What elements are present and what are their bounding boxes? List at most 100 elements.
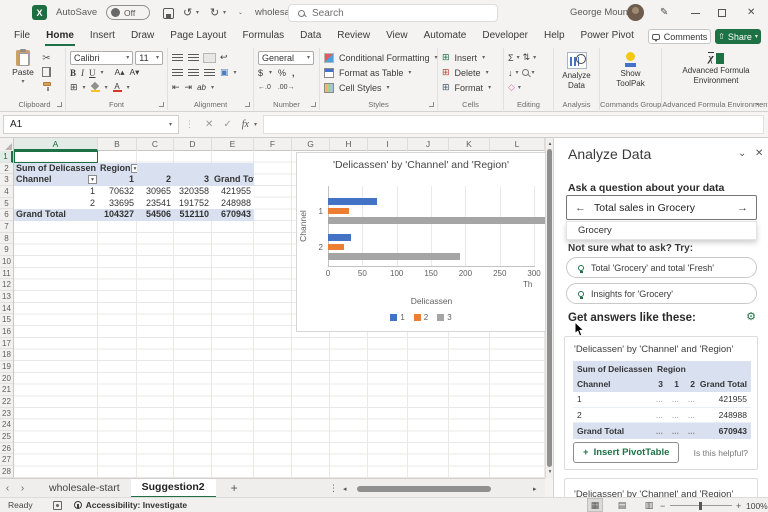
format-as-table-button[interactable]: Format as Table ▾ [324,65,433,80]
grow-font-button[interactable]: A▴ [115,67,125,78]
next-sheet-icon[interactable]: › [15,483,30,494]
conditional-formatting-button[interactable]: Conditional Formatting ▾ [324,50,433,65]
ribbon-tab[interactable]: Developer [474,26,536,46]
add-sheet-button[interactable]: + [231,481,238,495]
pivot-chart[interactable]: 'Delicassen' by 'Channel' and 'Region' 0… [296,152,546,332]
row-header[interactable]: 9 [0,244,13,256]
sort-filter-button[interactable]: ⇅ [523,52,531,63]
zoom-level[interactable]: 100% [746,501,768,511]
query-suggestion-item[interactable]: Grocery [578,225,612,236]
insert-pivottable-button[interactable]: + Insert PivotTable [573,442,679,463]
tabbar-options-icon[interactable]: ⋮ [329,483,338,494]
cell-styles-button[interactable]: Cell Styles ▾ [324,80,433,95]
wrap-text-button[interactable]: ↩ [220,52,228,63]
row-header[interactable]: 19 [0,361,13,373]
row-header[interactable]: 23 [0,408,13,420]
row-header[interactable]: 26 [0,443,13,455]
copy-icon[interactable] [42,67,51,77]
column-header[interactable]: C [137,138,174,151]
vertical-scrollbar[interactable]: ▴ ▾ [545,138,553,478]
accounting-format-button[interactable]: $ [258,68,263,78]
column-header[interactable]: A [14,138,98,151]
page-break-view-icon[interactable]: ▥ [642,499,656,511]
insert-function-icon[interactable]: fx [242,119,249,130]
ribbon-tab[interactable]: Insert [82,26,123,46]
ribbon-tab[interactable]: Draw [123,26,162,46]
accounting-dropdown-icon[interactable]: ▾ [269,69,272,76]
user-name[interactable]: George Mount [570,0,631,26]
redo-icon[interactable]: ↻ [210,0,219,26]
fill-color-button[interactable] [91,83,100,93]
ribbon-tab[interactable]: View [378,26,416,46]
zoom-out-icon[interactable]: − [660,501,665,511]
column-header[interactable]: F [254,138,292,151]
accessibility-status[interactable]: Accessibility: Investigate [86,500,188,510]
percent-style-button[interactable]: % [278,68,286,78]
macro-record-icon[interactable] [53,501,62,510]
row-header[interactable]: 1 [0,151,13,163]
sheet-tab[interactable]: Suggestion2 [131,479,216,498]
font-dialog-launcher-icon[interactable] [159,102,164,107]
hscroll-right-icon[interactable]: ▸ [533,485,537,493]
format-painter-icon[interactable] [43,82,51,86]
fill-button[interactable]: ↓ [508,68,513,78]
align-bottom-button[interactable] [204,54,215,62]
fill-color-dropdown-icon[interactable]: ▾ [105,84,108,91]
delete-cells-button[interactable]: ⊞ Delete ▾ [442,65,499,80]
merge-center-button[interactable]: ▣ [220,67,229,78]
minimize-icon[interactable] [691,13,700,14]
autosum-dropdown-icon[interactable]: ▾ [517,54,520,61]
hscroll-left-icon[interactable]: ◂ [343,485,347,493]
is-this-helpful-link[interactable]: Is this helpful? [694,448,748,458]
advanced-formula-environment-button[interactable]: χ Advanced Formula Environment [666,50,766,85]
decrease-decimal-button[interactable]: .00→ [278,84,295,91]
align-middle-button[interactable] [188,54,199,62]
page-layout-view-icon[interactable]: ▤ [615,499,629,511]
underline-button[interactable]: U [89,68,96,78]
orientation-dropdown-icon[interactable]: ▾ [211,84,214,91]
row-header[interactable]: 18 [0,349,13,361]
suggestion-pill[interactable]: Insights for 'Grocery' [566,283,757,304]
format-cells-button[interactable]: ⊞ Format ▾ [442,80,499,95]
decrease-indent-button[interactable]: ⇤ [172,82,180,93]
font-size-combo[interactable]: 11 ▾ [135,51,163,65]
name-box[interactable]: A1 ▾ [3,115,179,134]
cancel-entry-icon[interactable]: ✕ [205,119,213,130]
redo-dropdown-icon[interactable]: ▾ [223,0,226,26]
row-header[interactable]: 14 [0,303,13,315]
suggestion-pill[interactable]: Total 'Grocery' and total 'Fresh' [566,257,757,278]
row-header[interactable]: 2 [0,163,13,175]
insert-cells-button[interactable]: ⊞ Insert ▾ [442,50,499,65]
borders-button[interactable]: ⊞ [70,82,78,93]
row-header[interactable]: 4 [0,186,13,198]
ribbon-tab[interactable]: Power Pivot [573,26,642,46]
formula-dropdown-icon[interactable]: ▾ [254,121,257,128]
cut-icon[interactable]: ✂ [42,53,50,64]
autosave-toggle[interactable]: Off [106,5,150,20]
pivot-table[interactable]: Sum of Delicassen Region▾ Channel▾ 1 2 3… [14,163,254,221]
shrink-font-button[interactable]: A▾ [129,67,139,78]
quick-access-chevron-icon[interactable]: ⌄ [238,0,243,26]
find-select-icon[interactable] [522,69,529,76]
query-back-icon[interactable]: ← [575,202,586,214]
number-dialog-launcher-icon[interactable] [311,102,316,107]
merge-dropdown-icon[interactable]: ▾ [234,69,237,76]
channel-filter-icon[interactable]: ▾ [88,175,97,184]
ribbon-tab[interactable]: Data [292,26,329,46]
row-header[interactable]: 10 [0,256,13,268]
row-header[interactable]: 22 [0,396,13,408]
autosum-button[interactable]: Σ [508,53,514,63]
row-header[interactable]: 15 [0,314,13,326]
row-header[interactable]: 24 [0,419,13,431]
borders-dropdown-icon[interactable]: ▾ [83,84,86,91]
row-header[interactable]: 20 [0,373,13,385]
column-header[interactable]: D [174,138,212,151]
number-format-combo[interactable]: General ▾ [258,51,314,65]
row-header[interactable]: 7 [0,221,13,233]
clipboard-dialog-launcher-icon[interactable] [57,102,62,107]
zoom-in-icon[interactable]: + [736,501,741,511]
comments-button[interactable]: Comments [648,29,711,44]
zoom-slider-thumb[interactable] [699,502,702,510]
column-header[interactable]: G [292,138,330,151]
undo-dropdown-icon[interactable]: ▾ [196,0,199,26]
